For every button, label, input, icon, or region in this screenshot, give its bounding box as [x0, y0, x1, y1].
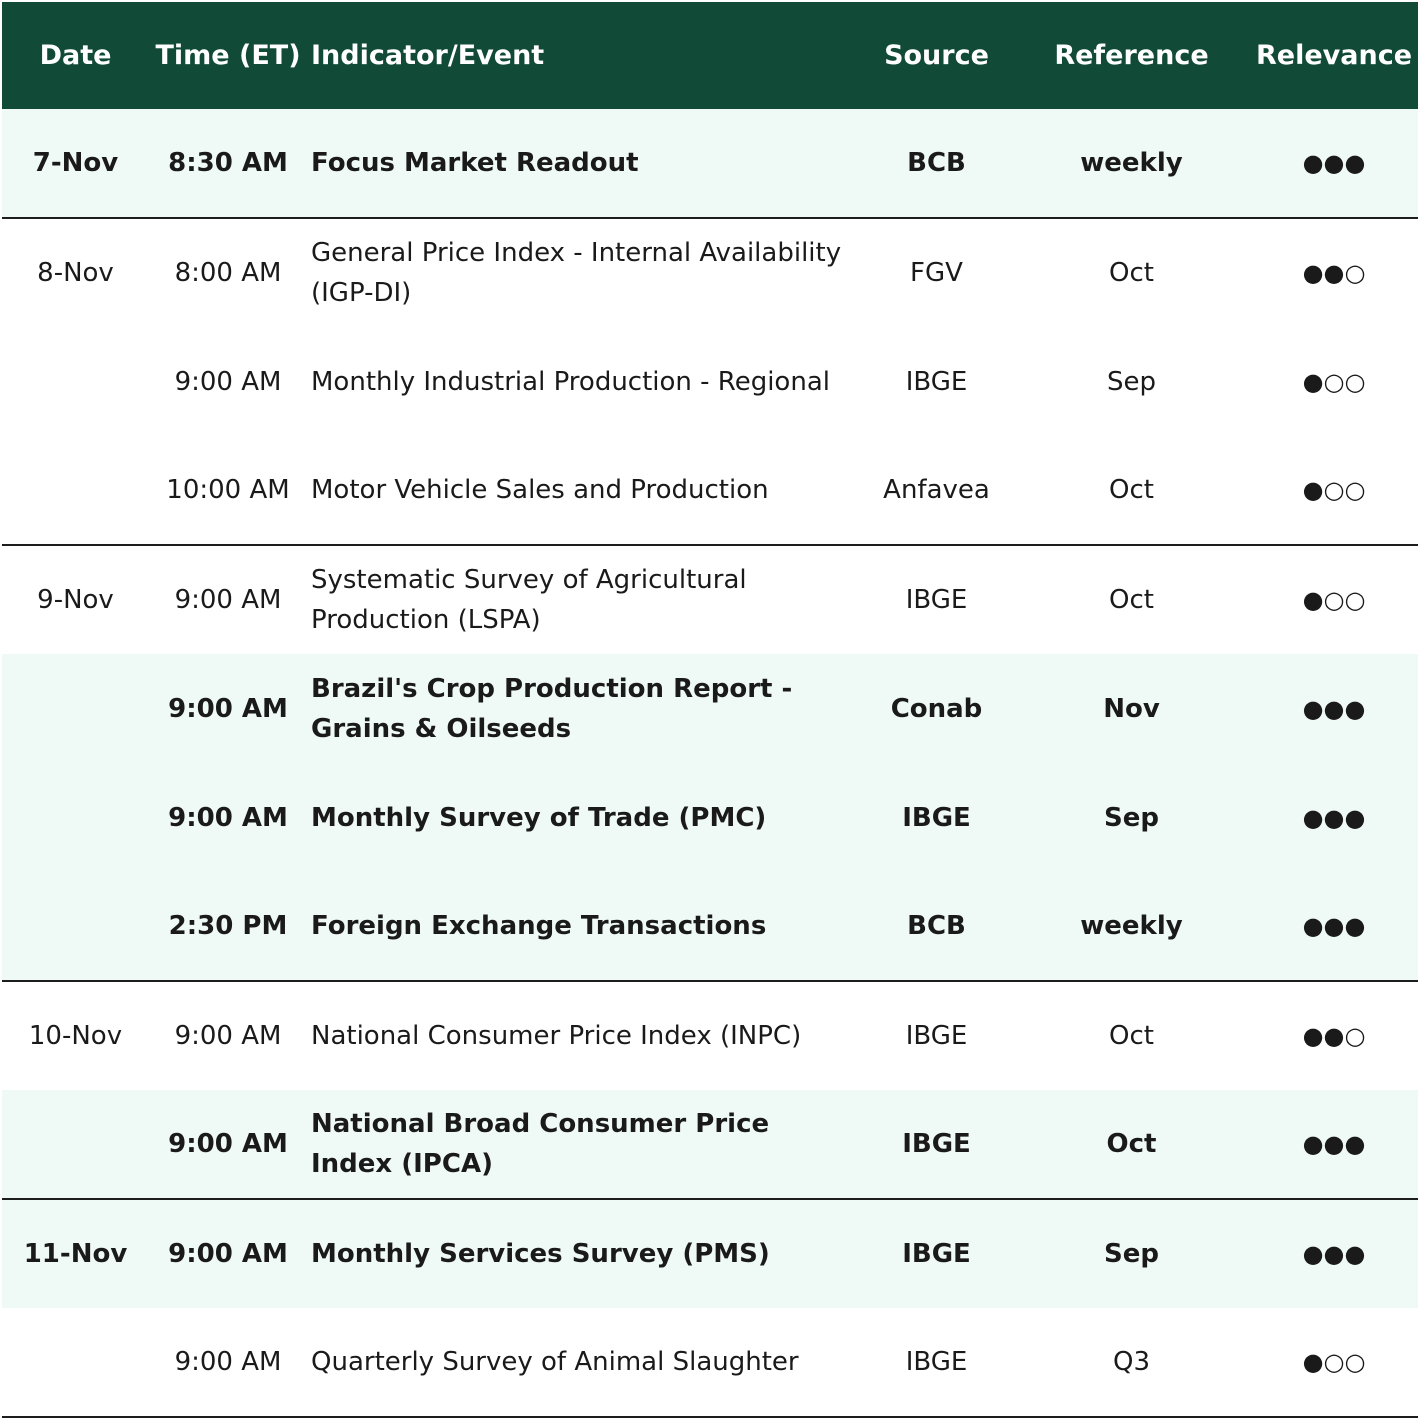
- date-cell: 11-Nov: [23, 1239, 128, 1269]
- table-row: 7-Nov 8:30 AM Focus Market Readout BCB w…: [2, 109, 1418, 219]
- time-cell: 8:00 AM: [174, 258, 282, 288]
- source-cell: Anfavea: [860, 436, 1013, 546]
- time-cell: 9:00 AM: [149, 1308, 307, 1418]
- time-cell: 2:30 PM: [149, 872, 307, 982]
- relevance-dots: ●●●: [1302, 694, 1366, 723]
- source-cell: BCB: [860, 872, 1013, 982]
- relevance-dots: ●○○: [1250, 436, 1418, 546]
- date-cell: [2, 763, 149, 872]
- date-cell: [2, 872, 149, 982]
- time-cell: 9:00 AM: [174, 1021, 282, 1051]
- date-cell: [2, 654, 149, 763]
- reference-cell: weekly: [1013, 109, 1250, 219]
- relevance-dots: ●●●: [1302, 1240, 1366, 1268]
- relevance-dots: ●●●: [1302, 803, 1366, 832]
- reference-cell: Oct: [1013, 436, 1250, 546]
- table-row: 9:00 AM Monthly Industrial Production - …: [2, 327, 1418, 436]
- table-row: 9-Nov 9:00 AM Systematic Survey of Agric…: [2, 545, 1418, 654]
- date-cell: 9-Nov: [37, 585, 114, 615]
- date-cell: 8-Nov: [37, 258, 114, 288]
- event-cell: Focus Market Readout: [307, 109, 860, 219]
- header-time: Time (ET): [155, 40, 301, 71]
- time-cell: 9:00 AM: [149, 1090, 307, 1200]
- time-cell: 9:00 AM: [174, 366, 282, 397]
- time-cell: 9:00 AM: [168, 1239, 288, 1269]
- event-cell: Motor Vehicle Sales and Production: [307, 436, 860, 546]
- date-cell: [2, 1308, 149, 1418]
- event-cell: National Consumer Price Index (INPC): [311, 1021, 802, 1051]
- event-cell: Monthly Survey of Trade (PMC): [311, 802, 767, 833]
- table-row: 10:00 AM Motor Vehicle Sales and Product…: [2, 436, 1418, 546]
- header-reference: Reference: [1054, 40, 1209, 71]
- reference-cell: Oct: [1109, 585, 1154, 615]
- source-cell: Conab: [890, 693, 983, 724]
- reference-cell: Sep: [1104, 1239, 1159, 1269]
- time-cell: 10:00 AM: [149, 436, 307, 546]
- source-cell: IBGE: [860, 1308, 1013, 1418]
- reference-cell: Q3: [1013, 1308, 1250, 1418]
- table-row: 11-Nov 9:00 AM Monthly Services Survey (…: [2, 1199, 1418, 1308]
- reference-cell: Sep: [1104, 802, 1159, 833]
- relevance-dots: ●●●: [1250, 109, 1418, 219]
- relevance-dots: ●○○: [1250, 1308, 1418, 1418]
- source-cell: BCB: [860, 109, 1013, 219]
- date-cell: [2, 327, 149, 436]
- event-cell: Brazil's Crop Production Report - Grains…: [311, 673, 793, 744]
- header-date: Date: [39, 40, 112, 71]
- date-cell: 10-Nov: [28, 1021, 123, 1051]
- table-row: 9:00 AM National Broad Consumer Price In…: [2, 1090, 1418, 1200]
- event-cell: Monthly Industrial Production - Regional: [311, 366, 830, 397]
- header-relevance: Relevance: [1255, 40, 1413, 71]
- time-cell: 9:00 AM: [168, 802, 288, 833]
- reference-cell: Oct: [1109, 258, 1154, 288]
- table-row: 9:00 AM Brazil's Crop Production Report …: [2, 654, 1418, 763]
- time-cell: 9:00 AM: [168, 693, 288, 724]
- date-cell: 7-Nov: [2, 109, 149, 219]
- event-cell: Systematic Survey of Agricultural Produc…: [311, 565, 747, 635]
- header-event: Indicator/Event: [311, 40, 545, 71]
- relevance-dots: ●●○: [1302, 1022, 1366, 1050]
- relevance-dots: ●●●: [1250, 872, 1418, 982]
- header-source: Source: [884, 40, 989, 71]
- source-cell: FGV: [910, 258, 963, 288]
- table-row: 9:00 AM Quarterly Survey of Animal Slaug…: [2, 1308, 1418, 1418]
- relevance-dots: ●●○: [1302, 259, 1366, 287]
- relevance-dots: ●○○: [1302, 367, 1366, 396]
- source-cell: IBGE: [905, 1021, 968, 1051]
- source-cell: IBGE: [902, 1239, 971, 1269]
- reference-cell: weekly: [1013, 872, 1250, 982]
- source-cell: IBGE: [905, 366, 968, 397]
- date-cell: [2, 1090, 149, 1200]
- reference-cell: Oct: [1013, 1090, 1250, 1200]
- event-cell: Quarterly Survey of Animal Slaughter: [307, 1308, 860, 1418]
- table-row: 10-Nov 9:00 AM National Consumer Price I…: [2, 981, 1418, 1090]
- event-cell: General Price Index - Internal Availabil…: [311, 238, 842, 308]
- reference-cell: Oct: [1109, 1021, 1154, 1051]
- table-row: 2:30 PM Foreign Exchange Transactions BC…: [2, 872, 1418, 982]
- relevance-dots: ●●●: [1250, 1090, 1418, 1200]
- event-cell: National Broad Consumer Price Index (IPC…: [307, 1090, 860, 1200]
- relevance-dots: ●○○: [1302, 586, 1366, 614]
- table-row: 8-Nov 8:00 AM General Price Index - Inte…: [2, 218, 1418, 327]
- event-cell: Monthly Services Survey (PMS): [311, 1239, 770, 1269]
- time-cell: 9:00 AM: [174, 585, 282, 615]
- event-cell: Foreign Exchange Transactions: [307, 872, 860, 982]
- reference-cell: Sep: [1106, 366, 1156, 397]
- source-cell: IBGE: [905, 585, 968, 615]
- source-cell: IBGE: [860, 1090, 1013, 1200]
- reference-cell: Nov: [1103, 693, 1160, 724]
- economic-calendar-table: Date Time (ET) Indicator/Event Source Re…: [2, 2, 1418, 1418]
- time-cell: 8:30 AM: [149, 109, 307, 219]
- table-header-row: Date Time (ET) Indicator/Event Source Re…: [2, 2, 1418, 109]
- table-row: 9:00 AM Monthly Survey of Trade (PMC) IB…: [2, 763, 1418, 872]
- date-cell: [2, 436, 149, 546]
- source-cell: IBGE: [902, 802, 971, 833]
